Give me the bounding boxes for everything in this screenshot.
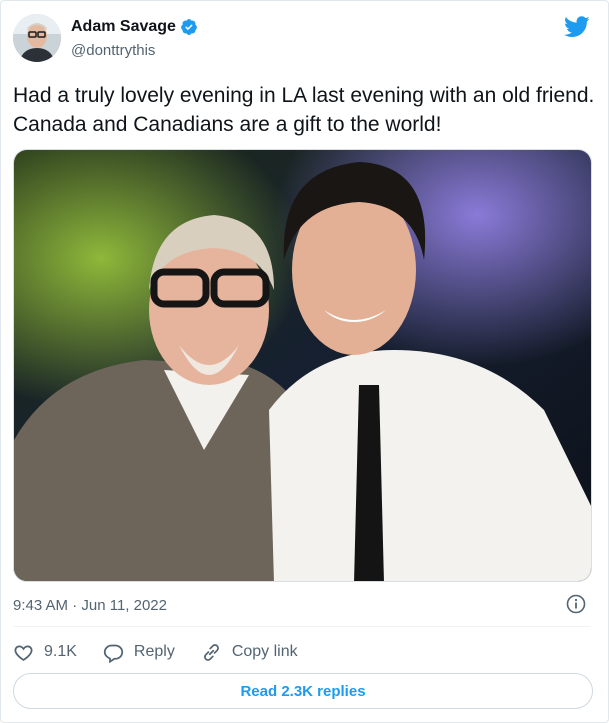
heart-icon bbox=[14, 644, 33, 661]
copy-link-label: Copy link bbox=[231, 643, 298, 660]
author-avatar[interactable] bbox=[13, 14, 61, 62]
twitter-bird-icon[interactable] bbox=[564, 16, 590, 38]
read-replies-button[interactable]: Read 2.3K replies bbox=[13, 673, 593, 709]
tweet-photo[interactable] bbox=[13, 149, 592, 582]
copy-link-button[interactable]: Copy link bbox=[201, 642, 298, 663]
reply-button[interactable]: Reply bbox=[103, 642, 175, 663]
speech-bubble-icon bbox=[103, 644, 124, 663]
like-count: 9.1K bbox=[44, 643, 77, 660]
author-display-name[interactable]: Adam Savage bbox=[71, 18, 176, 36]
tweet-text: Had a truly lovely evening in LA last ev… bbox=[13, 84, 595, 136]
verified-badge-icon bbox=[180, 18, 198, 36]
link-icon bbox=[203, 643, 219, 661]
info-icon[interactable] bbox=[566, 594, 586, 614]
author-handle[interactable]: @donttrythis bbox=[71, 42, 155, 59]
like-button[interactable]: 9.1K bbox=[13, 642, 77, 663]
tweet-card: Adam Savage @donttrythis Had a truly lov… bbox=[0, 0, 609, 723]
tweet-actions: 9.1K Reply Copy link bbox=[13, 639, 324, 665]
author-name-row[interactable]: Adam Savage bbox=[71, 18, 198, 36]
tweet-timestamp[interactable]: 9:43 AM · Jun 11, 2022 bbox=[13, 597, 167, 614]
reply-label: Reply bbox=[133, 643, 175, 660]
divider bbox=[13, 626, 591, 627]
